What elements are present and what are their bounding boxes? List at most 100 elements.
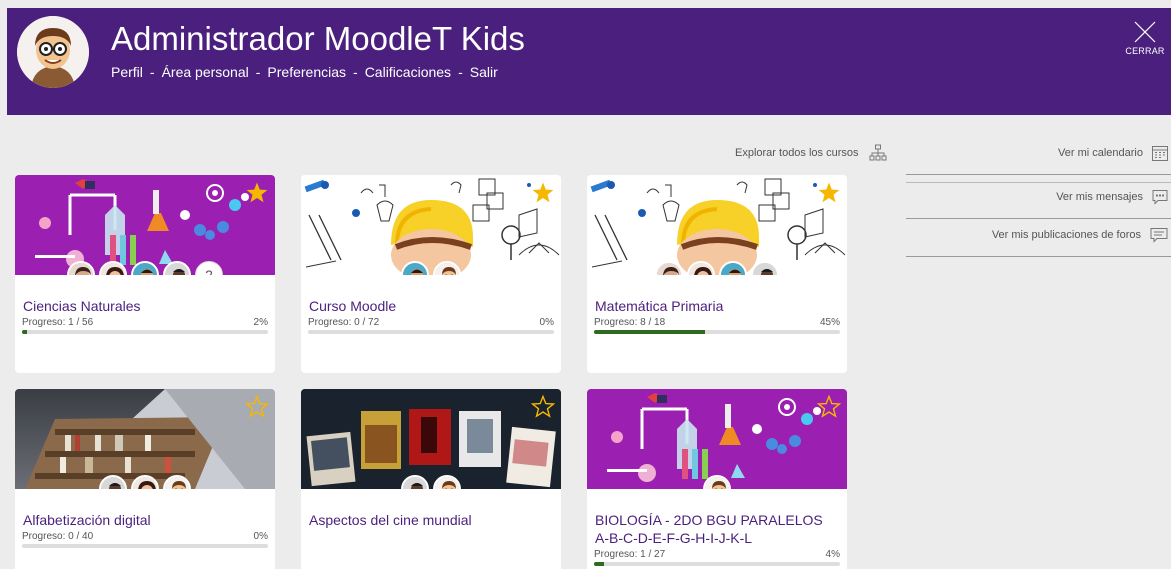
kid-banner-image [587,175,847,275]
nav-preferencias[interactable]: Preferencias [267,64,346,80]
participant-avatar[interactable] [687,261,715,275]
participant-avatar[interactable] [131,261,159,275]
participant-avatar[interactable] [401,475,429,489]
user-nav: Perfil - Área personal - Preferencias - Califi… [111,64,498,80]
calendar-icon [1152,146,1168,161]
nav-separator: - [149,64,155,80]
close-button[interactable]: CERRAR [1125,18,1165,56]
progress-text: Progreso: 1 / 56 [22,317,93,328]
course-title[interactable]: Curso Moodle [301,297,561,315]
library-banner-image [15,389,275,489]
explore-label: Explorar todos los cursos [735,147,859,159]
participants-more-count[interactable]: 2 [195,261,223,275]
participants: 2 [15,261,275,275]
progress-percent: 45% [819,317,840,328]
nav-separator: - [255,64,261,80]
participant-avatar[interactable] [99,261,127,275]
progress-text: Progreso: 0 / 72 [308,317,379,328]
kid-banner-image [301,175,561,275]
cinema-banner-image [301,389,561,489]
progress-text: Progreso: 0 / 40 [22,531,93,542]
forum-posts-link[interactable]: Ver mis publicaciones de foros [906,227,1171,243]
progress-bar [594,562,840,566]
course-title[interactable]: Aspectos del cine mundial [301,511,561,529]
course-card[interactable]: Alfabetización digital Progreso: 0 / 40 … [15,389,275,569]
participants [15,475,275,489]
forum-posts-label: Ver mis publicaciones de foros [991,229,1141,241]
progress-row: Progreso: 0 / 40 0% [15,531,275,542]
nav-separator: - [353,64,358,80]
progress-count: 8 / 18 [640,317,666,328]
star-filled-icon[interactable] [245,181,269,205]
course-banner: 2 [15,175,275,275]
course-banner [301,175,561,275]
participant-avatar[interactable] [401,261,429,275]
science-banner-image [15,175,275,275]
progress-bar [308,330,554,334]
progress-fill [594,562,604,566]
course-title[interactable]: Matemática Primaria [587,297,847,315]
course-banner [301,389,561,489]
calendar-link[interactable]: Ver mi calendario [906,144,1171,162]
participants [301,475,561,489]
progress-prefix: Progreso: [22,531,66,542]
message-icon [1152,190,1168,205]
progress-prefix: Progreso: [22,317,66,328]
science-banner-image [587,389,847,489]
progress-percent: 0% [539,317,554,328]
close-icon [1125,18,1165,46]
participants [301,261,561,275]
star-outline-icon[interactable] [245,395,269,419]
progress-percent: 0% [253,531,268,542]
course-card[interactable]: 2 Ciencias Naturales Progreso: 1 / 56 2% [15,175,275,373]
progress-text: Progreso: 8 / 18 [594,317,665,328]
progress-prefix: Progreso: [594,317,638,328]
close-label: CERRAR [1125,46,1165,56]
participant-avatar[interactable] [433,475,461,489]
course-banner [587,389,847,489]
course-title[interactable]: Alfabetización digital [15,511,275,529]
nav-salir[interactable]: Salir [470,64,498,80]
participant-avatar[interactable] [99,475,127,489]
page-header: Administrador MoodleT Kids Perfil - Área p… [7,8,1171,115]
nav-area-personal[interactable]: Área personal [162,64,249,80]
sidebar-divider [906,256,1171,257]
nav-calificaciones[interactable]: Calificaciones [365,64,451,80]
progress-prefix: Progreso: [308,317,352,328]
messages-link[interactable]: Ver mis mensajes [906,189,1171,205]
forum-icon [1150,228,1168,243]
course-banner [15,389,275,489]
progress-row: Progreso: 0 / 72 0% [301,317,561,328]
progress-fill [594,330,705,334]
star-outline-icon[interactable] [531,395,555,419]
participant-avatar[interactable] [719,261,747,275]
explore-courses-link[interactable]: Explorar todos los cursos [735,144,887,162]
user-avatar[interactable] [17,16,89,88]
calendar-label: Ver mi calendario [1058,147,1143,159]
nav-perfil[interactable]: Perfil [111,64,143,80]
sidebar-divider [906,174,1171,175]
participant-avatar[interactable] [433,261,461,275]
progress-row: Progreso: 8 / 18 45% [587,317,847,328]
course-card[interactable]: Aspectos del cine mundial [301,389,561,569]
participant-avatar[interactable] [703,475,731,489]
participant-avatar[interactable] [67,261,95,275]
star-outline-icon[interactable] [817,395,841,419]
course-card[interactable]: Matemática Primaria Progreso: 8 / 18 45% [587,175,847,373]
star-filled-icon[interactable] [531,181,555,205]
participant-avatar[interactable] [131,475,159,489]
progress-percent: 4% [825,549,840,560]
sitemap-icon [869,144,886,161]
participant-avatar[interactable] [655,261,683,275]
participant-avatar[interactable] [163,475,191,489]
course-card[interactable]: BIOLOGÍA - 2DO BGU PARALELOS A-B-C-D-E-F… [587,389,847,569]
nav-separator: - [458,64,463,80]
progress-bar [594,330,840,334]
participant-avatar[interactable] [163,261,191,275]
course-card[interactable]: Curso Moodle Progreso: 0 / 72 0% [301,175,561,373]
course-title[interactable]: Ciencias Naturales [15,297,275,315]
course-title[interactable]: BIOLOGÍA - 2DO BGU PARALELOS A-B-C-D-E-F… [587,511,847,547]
star-filled-icon[interactable] [817,181,841,205]
progress-text: Progreso: 1 / 27 [594,549,665,560]
participant-avatar[interactable] [751,261,779,275]
